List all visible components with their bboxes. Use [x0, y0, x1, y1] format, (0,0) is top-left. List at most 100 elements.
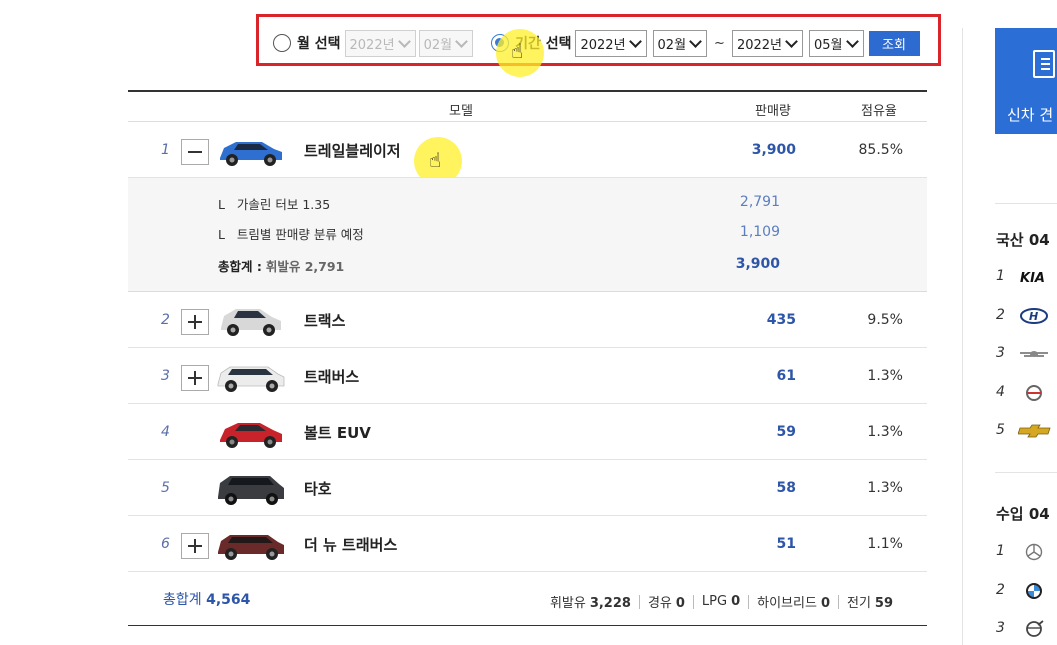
grand-total: 총합계 4,564 [163, 592, 251, 608]
detail-total: 총합계 : 휘발유 2,791 [218, 259, 345, 274]
from-year-select[interactable]: 2022년 [575, 29, 647, 57]
month-radio-label[interactable]: 월 선택 [297, 33, 341, 53]
fuel-lpg: LPG 0 [701, 594, 741, 609]
to-year-select[interactable]: 2022년 [731, 29, 803, 57]
model-name[interactable]: 타호 [304, 478, 332, 499]
from-month-select[interactable]: 02월 [652, 29, 708, 57]
detail-value: 2,791 [739, 194, 780, 210]
collapse-button[interactable] [181, 139, 209, 165]
share-value: 9.5% [867, 312, 903, 328]
divider [692, 594, 694, 609]
expand-button[interactable] [181, 365, 209, 391]
car-image-traverse [217, 366, 285, 392]
brand-rank: 2 [996, 582, 1005, 598]
model-name[interactable]: 트레일블레이저 [304, 140, 401, 161]
import-ranking-title: 수입 04 [996, 505, 1050, 523]
banner-label: 신차 견 [1007, 106, 1054, 124]
search-button[interactable]: 조회 [868, 30, 920, 56]
model-name[interactable]: 트래버스 [304, 366, 359, 387]
table-header: 모델 판매량 점유율 [128, 90, 927, 122]
table-row[interactable]: 1 트레일블레이저 3,900 85.5% [128, 122, 927, 178]
rank-number: 2 [161, 312, 170, 328]
table-row[interactable]: 4 볼트 EUV 59 1.3% [128, 404, 927, 460]
expand-button[interactable] [181, 309, 209, 335]
month-month-select: 02월 [418, 29, 474, 57]
row-detail-panel: L 가솔린 터보 1.35 2,791 L 트림별 판매량 분류 예정 1,10… [128, 178, 927, 292]
chevron-down-icon [785, 34, 798, 48]
rank-number: 6 [161, 536, 170, 552]
bmw-logo-icon[interactable] [1018, 582, 1054, 600]
brand-rank: 3 [996, 345, 1005, 361]
sales-value: 3,900 [751, 142, 796, 158]
fuel-gasoline: 휘발유 3,228 [549, 596, 631, 611]
car-image-tahoe [218, 476, 284, 505]
detail-value: 1,109 [739, 224, 780, 240]
svg-text:H: H [1029, 310, 1038, 323]
chevron-down-icon [455, 34, 468, 48]
brand-rank: 3 [996, 620, 1005, 636]
hyundai-logo-icon[interactable]: H [1018, 307, 1054, 325]
table-row[interactable]: 3 트래버스 61 1.3% [128, 348, 927, 404]
table-row[interactable]: 6 더 뉴 트래버스 51 1.1% [128, 516, 927, 572]
share-value: 1.3% [867, 424, 903, 440]
header-sales: 판매량 [755, 104, 791, 119]
divider [638, 594, 640, 609]
chevron-down-icon [628, 34, 642, 48]
chevron-down-icon [397, 34, 411, 48]
table-row[interactable]: 2 트랙스 435 9.5% [128, 292, 927, 348]
fuel-diesel: 경유 0 [647, 596, 685, 611]
rank-number: 4 [161, 424, 170, 440]
share-value: 1.1% [867, 536, 903, 552]
ssangyong-logo-icon[interactable] [1018, 384, 1054, 402]
rank-number: 3 [161, 368, 170, 384]
column-divider [962, 28, 963, 645]
table-footer: 총합계 4,564 휘발유 3,228 경유 0 LPG 0 하이브리드 0 전기 59 [128, 572, 927, 626]
month-radio[interactable] [273, 34, 291, 52]
share-value: 1.3% [867, 368, 903, 384]
svg-text:KIA: KIA [1020, 271, 1045, 286]
mercedes-logo-icon[interactable] [1018, 543, 1054, 561]
genesis-logo-icon[interactable] [1018, 345, 1054, 363]
sales-value: 58 [776, 480, 796, 496]
fuel-hybrid: 하이브리드 0 [757, 596, 830, 611]
volvo-logo-icon[interactable] [1018, 620, 1054, 638]
range-separator: ~ [714, 35, 725, 51]
filter-panel: 월 선택 2022년 02월 기간 선택 2022년 02월 ~ 2022년 0… [256, 14, 941, 66]
divider [995, 203, 1057, 204]
sales-value: 61 [776, 368, 796, 384]
brand-rank: 1 [996, 268, 1005, 284]
to-month-select[interactable]: 05월 [809, 29, 864, 57]
table-row[interactable]: 5 타호 58 1.3% [128, 460, 927, 516]
detail-total-value: 3,900 [735, 256, 780, 272]
detail-item: L 트림별 판매량 분류 예정 [218, 227, 364, 242]
hand-cursor-icon: ☝ [511, 39, 524, 63]
sales-table: 모델 판매량 점유율 1 트레일블레이저 3,900 85.5% L 가솔린 터… [128, 90, 927, 626]
domestic-ranking-title: 국산 04 [996, 231, 1050, 249]
detail-item: L 가솔린 터보 1.35 [218, 197, 331, 212]
model-name[interactable]: 더 뉴 트래버스 [304, 534, 397, 555]
brand-rank: 1 [996, 543, 1005, 559]
kia-logo-icon[interactable]: KIA [1018, 268, 1054, 286]
sales-value: 59 [776, 424, 796, 440]
fuel-breakdown: 휘발유 3,228 경유 0 LPG 0 하이브리드 0 전기 59 [550, 592, 893, 611]
car-image-new-traverse [218, 535, 284, 560]
divider [995, 472, 1057, 473]
divider [748, 594, 750, 609]
brand-rank: 2 [996, 307, 1005, 323]
rank-number: 5 [161, 480, 170, 496]
model-name[interactable]: 트랙스 [304, 310, 345, 331]
sales-value: 51 [776, 536, 796, 552]
sales-value: 435 [766, 312, 796, 328]
car-image-bolt-euv [220, 423, 282, 448]
chevrolet-logo-icon[interactable] [1018, 422, 1054, 440]
header-model: 모델 [449, 104, 473, 119]
document-icon [1033, 50, 1055, 78]
month-year-select: 2022년 [344, 29, 416, 57]
model-name[interactable]: 볼트 EUV [304, 422, 371, 443]
expand-button[interactable] [181, 533, 209, 559]
car-image-trax [221, 309, 281, 336]
brand-rank: 5 [996, 422, 1005, 438]
share-value: 85.5% [858, 142, 903, 158]
new-car-estimate-banner[interactable]: 신차 견 [995, 28, 1057, 134]
brand-rank: 4 [996, 384, 1005, 400]
